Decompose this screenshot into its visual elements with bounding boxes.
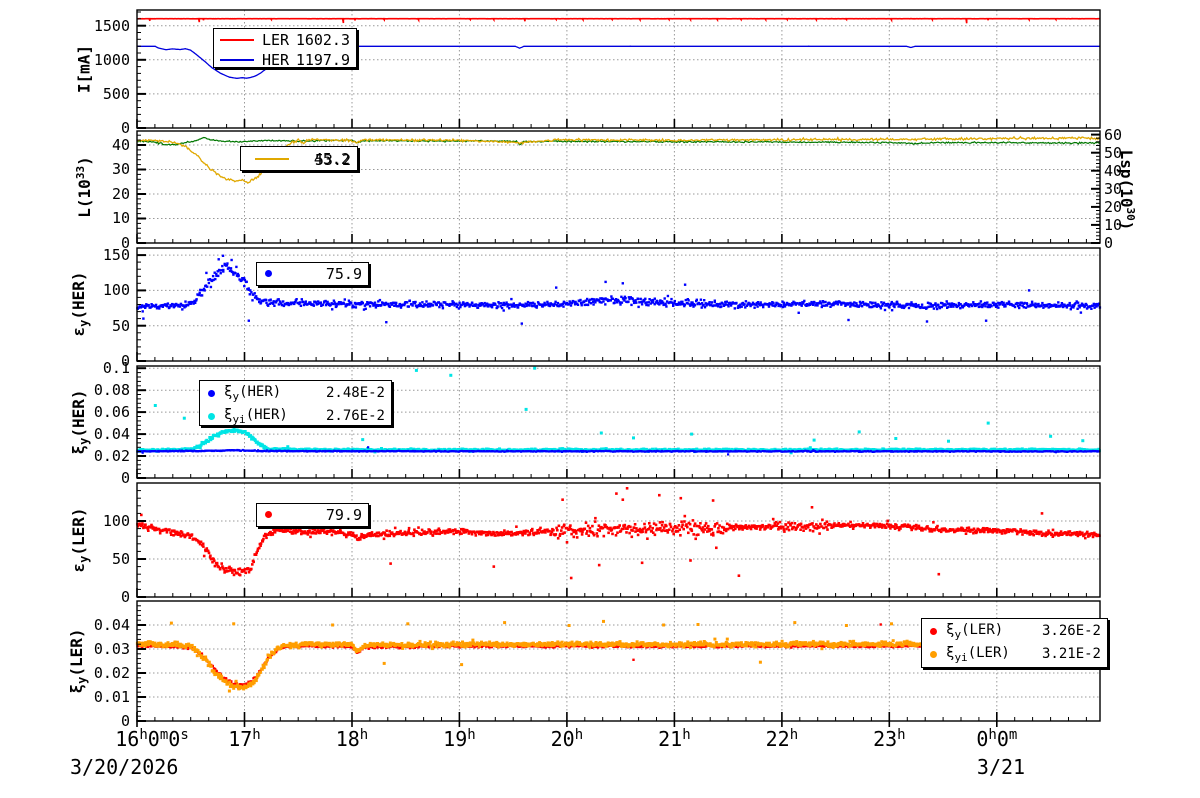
y-tick-label: 1000: [93, 50, 130, 69]
y-tick-label: 40: [111, 135, 130, 154]
legend-value: 1197.9: [295, 50, 350, 69]
y-tick-label: 0.1: [102, 359, 130, 378]
y-tick-label: 20: [111, 184, 130, 203]
y-tick-label: 0.01: [93, 688, 130, 706]
legend-label: ξy(HER): [224, 383, 282, 403]
legend-row-xi-yi: ξyi(HER) 2.76E-2: [200, 404, 391, 427]
y-tick-label: 500: [102, 84, 130, 103]
legend-row-her: HER 1197.9: [214, 49, 356, 69]
x-tick-label: 19h: [443, 727, 476, 751]
y-tick-label: 0: [120, 588, 130, 606]
lsp-line-swatch: [255, 158, 289, 160]
legend-label: HER: [262, 50, 290, 69]
series-LER: [137, 17, 1100, 24]
legend-label: ξyi(HER): [224, 406, 288, 426]
legend-value: 3.21E-2: [1041, 646, 1101, 662]
y-tick-label: 0.08: [93, 381, 130, 400]
legend-xi-ler: ξy(LER) 3.26E-2 ξyi(LER) 3.21E-2: [921, 618, 1108, 668]
legend-value: 75.9: [325, 264, 362, 283]
y-tick-label: 0: [120, 119, 130, 137]
cyan-dot-marker: [208, 412, 215, 420]
blue-dot-marker: [208, 389, 215, 397]
legend-value: 1602.3: [295, 30, 350, 49]
right-y-tick-label: 40: [1104, 161, 1123, 180]
y-tick-label: 30: [111, 160, 130, 179]
y-tick-label: 0: [120, 469, 130, 487]
her-line-swatch: [220, 58, 254, 61]
legend-row-xi-y: ξy(LER) 3.26E-2: [922, 619, 1107, 642]
legend-row-xi-yi: ξyi(LER) 3.21E-2: [922, 642, 1107, 665]
y-tick-label: 50: [111, 316, 130, 335]
legend-xi-her: ξy(HER) 2.48E-2 ξyi(HER) 2.76E-2: [199, 380, 392, 426]
panel-eps-y-ler: [136, 482, 1101, 598]
legend-value: 3.26E-2: [1041, 623, 1101, 639]
right-y-tick-label: 50: [1104, 143, 1123, 162]
y-tick-label: 100: [102, 281, 130, 300]
legend-row: 79.9: [257, 504, 368, 524]
x-tick-label: 0h0m: [976, 727, 1018, 751]
x-tick-label: 17h: [228, 727, 261, 751]
legend-value: 2.48E-2: [325, 385, 385, 401]
accelerator-monitor-chart: I[mA] L(1033) Lsp(1030) εy(HER) ξy(HER) …: [0, 0, 1200, 798]
legend-value: 2.76E-2: [325, 408, 385, 424]
y-tick-label: 10: [111, 209, 130, 228]
legend-label: ξyi(LER): [946, 644, 1010, 664]
legend-value-overlap-b: 53.2: [314, 151, 351, 169]
legend-eps-her: 75.9: [256, 262, 369, 286]
right-y-tick-label: 20: [1104, 197, 1123, 216]
x-tick-label: 18h: [335, 727, 369, 751]
red-dot-marker: [930, 627, 937, 635]
legend-eps-ler: 79.9: [256, 503, 369, 527]
y-tick-label: 0.02: [93, 447, 130, 466]
date-label-left: 3/20/2026: [70, 755, 179, 779]
y-tick-label: 0.02: [93, 664, 130, 682]
plot-canvas: [135, 9, 1102, 727]
blue-dot-marker: [265, 270, 272, 277]
y-tick-label: 50: [111, 550, 130, 568]
legend-label: LER: [262, 30, 290, 49]
x-tick-label: 20h: [550, 727, 584, 751]
legend-row-ler: LER 1602.3: [214, 29, 356, 49]
x-tick-label: 16h0m0s: [115, 727, 189, 751]
panel-frame: [136, 482, 1101, 598]
y-axis-title-xi-her: ξy(HER): [68, 389, 92, 455]
x-tick-label: 23h: [873, 727, 906, 751]
right-y-tick-label: 10: [1104, 215, 1123, 234]
y-tick-label: 0.03: [93, 640, 130, 658]
right-y-tick-label: 60: [1104, 125, 1123, 144]
legend-current: LER 1602.3 HER 1197.9: [213, 28, 357, 69]
legend-label: ξy(LER): [946, 621, 1004, 641]
legend-value: 79.9: [325, 505, 362, 524]
right-y-tick-label: 30: [1104, 179, 1123, 198]
y-tick-label: 100: [102, 512, 130, 530]
y-tick-label: 1500: [93, 16, 130, 35]
x-tick-label: 22h: [765, 727, 799, 751]
right-y-tick-label: 0: [1104, 234, 1114, 252]
y-tick-label: 0.04: [93, 616, 130, 634]
ler-line-swatch: [220, 38, 254, 41]
legend-luminosity: 45.2 53.2: [240, 146, 358, 171]
red-dot-marker: [265, 511, 272, 518]
x-tick-label: 21h: [658, 727, 691, 751]
date-label-right: 3/21: [976, 755, 1026, 779]
y-tick-label: 0.04: [93, 425, 130, 444]
legend-row-xi-y: ξy(HER) 2.48E-2: [200, 381, 391, 404]
y-tick-label: 150: [102, 246, 130, 265]
orange-dot-marker: [930, 650, 937, 658]
legend-row: 75.9: [257, 263, 368, 283]
y-tick-label: 0.06: [93, 403, 130, 422]
y-axis-title-xi-ler: ξy(LER): [66, 628, 90, 694]
